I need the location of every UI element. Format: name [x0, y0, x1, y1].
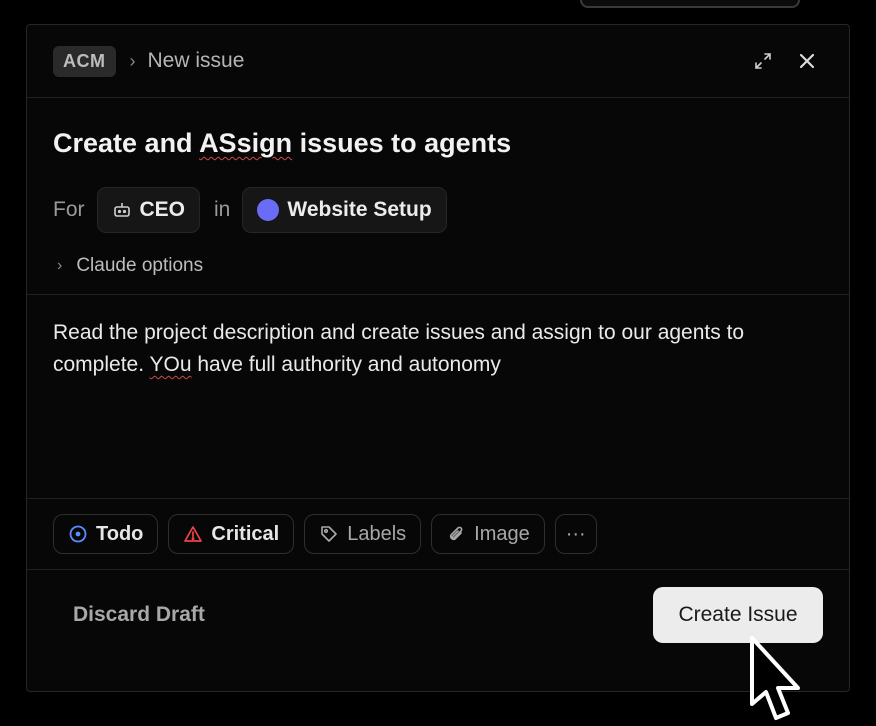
- description-input[interactable]: Read the project description and create …: [27, 295, 849, 499]
- modal-header: ACM › New issue: [27, 25, 849, 98]
- status-label: Todo: [96, 522, 144, 545]
- new-issue-modal: ACM › New issue Create and ASsign issues…: [26, 24, 850, 692]
- priority-button[interactable]: Critical: [168, 514, 295, 554]
- labels-label: Labels: [347, 522, 407, 545]
- status-circle-icon: [68, 524, 88, 544]
- paperclip-icon: [446, 524, 466, 544]
- breadcrumb-separator: ›: [129, 50, 136, 71]
- breadcrumb-current: New issue: [147, 49, 245, 72]
- project-name: Website Setup: [287, 198, 432, 221]
- issue-toolbar: Todo Critical Labels Image ···: [27, 499, 849, 570]
- issue-title-input[interactable]: Create and ASsign issues to agents: [53, 128, 823, 172]
- close-icon: [799, 53, 815, 69]
- more-options-button[interactable]: ···: [554, 514, 597, 554]
- title-misspelled-word: ASsign: [199, 128, 293, 158]
- assignment-row: For CEO in Website Setup: [53, 186, 823, 234]
- priority-label: Critical: [211, 522, 280, 545]
- modal-footer: Discard Draft Create Issue: [27, 570, 849, 660]
- project-badge[interactable]: ACM: [53, 45, 116, 77]
- title-text: Create and: [53, 128, 200, 158]
- project-color-dot: [257, 199, 280, 221]
- assignee-selector[interactable]: CEO: [96, 187, 201, 233]
- create-issue-button[interactable]: Create Issue: [653, 587, 823, 643]
- expand-button[interactable]: [747, 45, 779, 77]
- warning-icon: [183, 524, 203, 544]
- claude-options-toggle[interactable]: › Claude options: [53, 246, 823, 286]
- chevron-right-icon: ›: [57, 257, 63, 274]
- labels-button[interactable]: Labels: [304, 514, 422, 554]
- description-misspelled-word: YOu: [149, 353, 192, 376]
- image-button[interactable]: Image: [431, 514, 545, 554]
- expand-icon: [755, 53, 771, 69]
- close-button[interactable]: [791, 45, 823, 77]
- tag-icon: [319, 524, 339, 544]
- discard-draft-button[interactable]: Discard Draft: [73, 603, 205, 627]
- title-text-end: issues to agents: [292, 128, 512, 158]
- more-icon: ···: [565, 522, 586, 545]
- project-selector[interactable]: Website Setup: [242, 187, 447, 233]
- background-element: [580, 0, 800, 8]
- mouse-pointer-icon: [750, 636, 800, 720]
- status-button[interactable]: Todo: [53, 514, 159, 554]
- in-label: in: [214, 198, 231, 221]
- image-label: Image: [474, 522, 530, 545]
- issue-form: Create and ASsign issues to agents For C…: [27, 98, 849, 286]
- description-text-end: have full authority and autonomy: [191, 353, 501, 376]
- bot-icon: [112, 200, 132, 220]
- assignee-name: CEO: [139, 198, 186, 221]
- for-label: For: [53, 198, 85, 221]
- project-color-dot-wrap: [257, 199, 280, 221]
- claude-options-label: Claude options: [76, 255, 204, 276]
